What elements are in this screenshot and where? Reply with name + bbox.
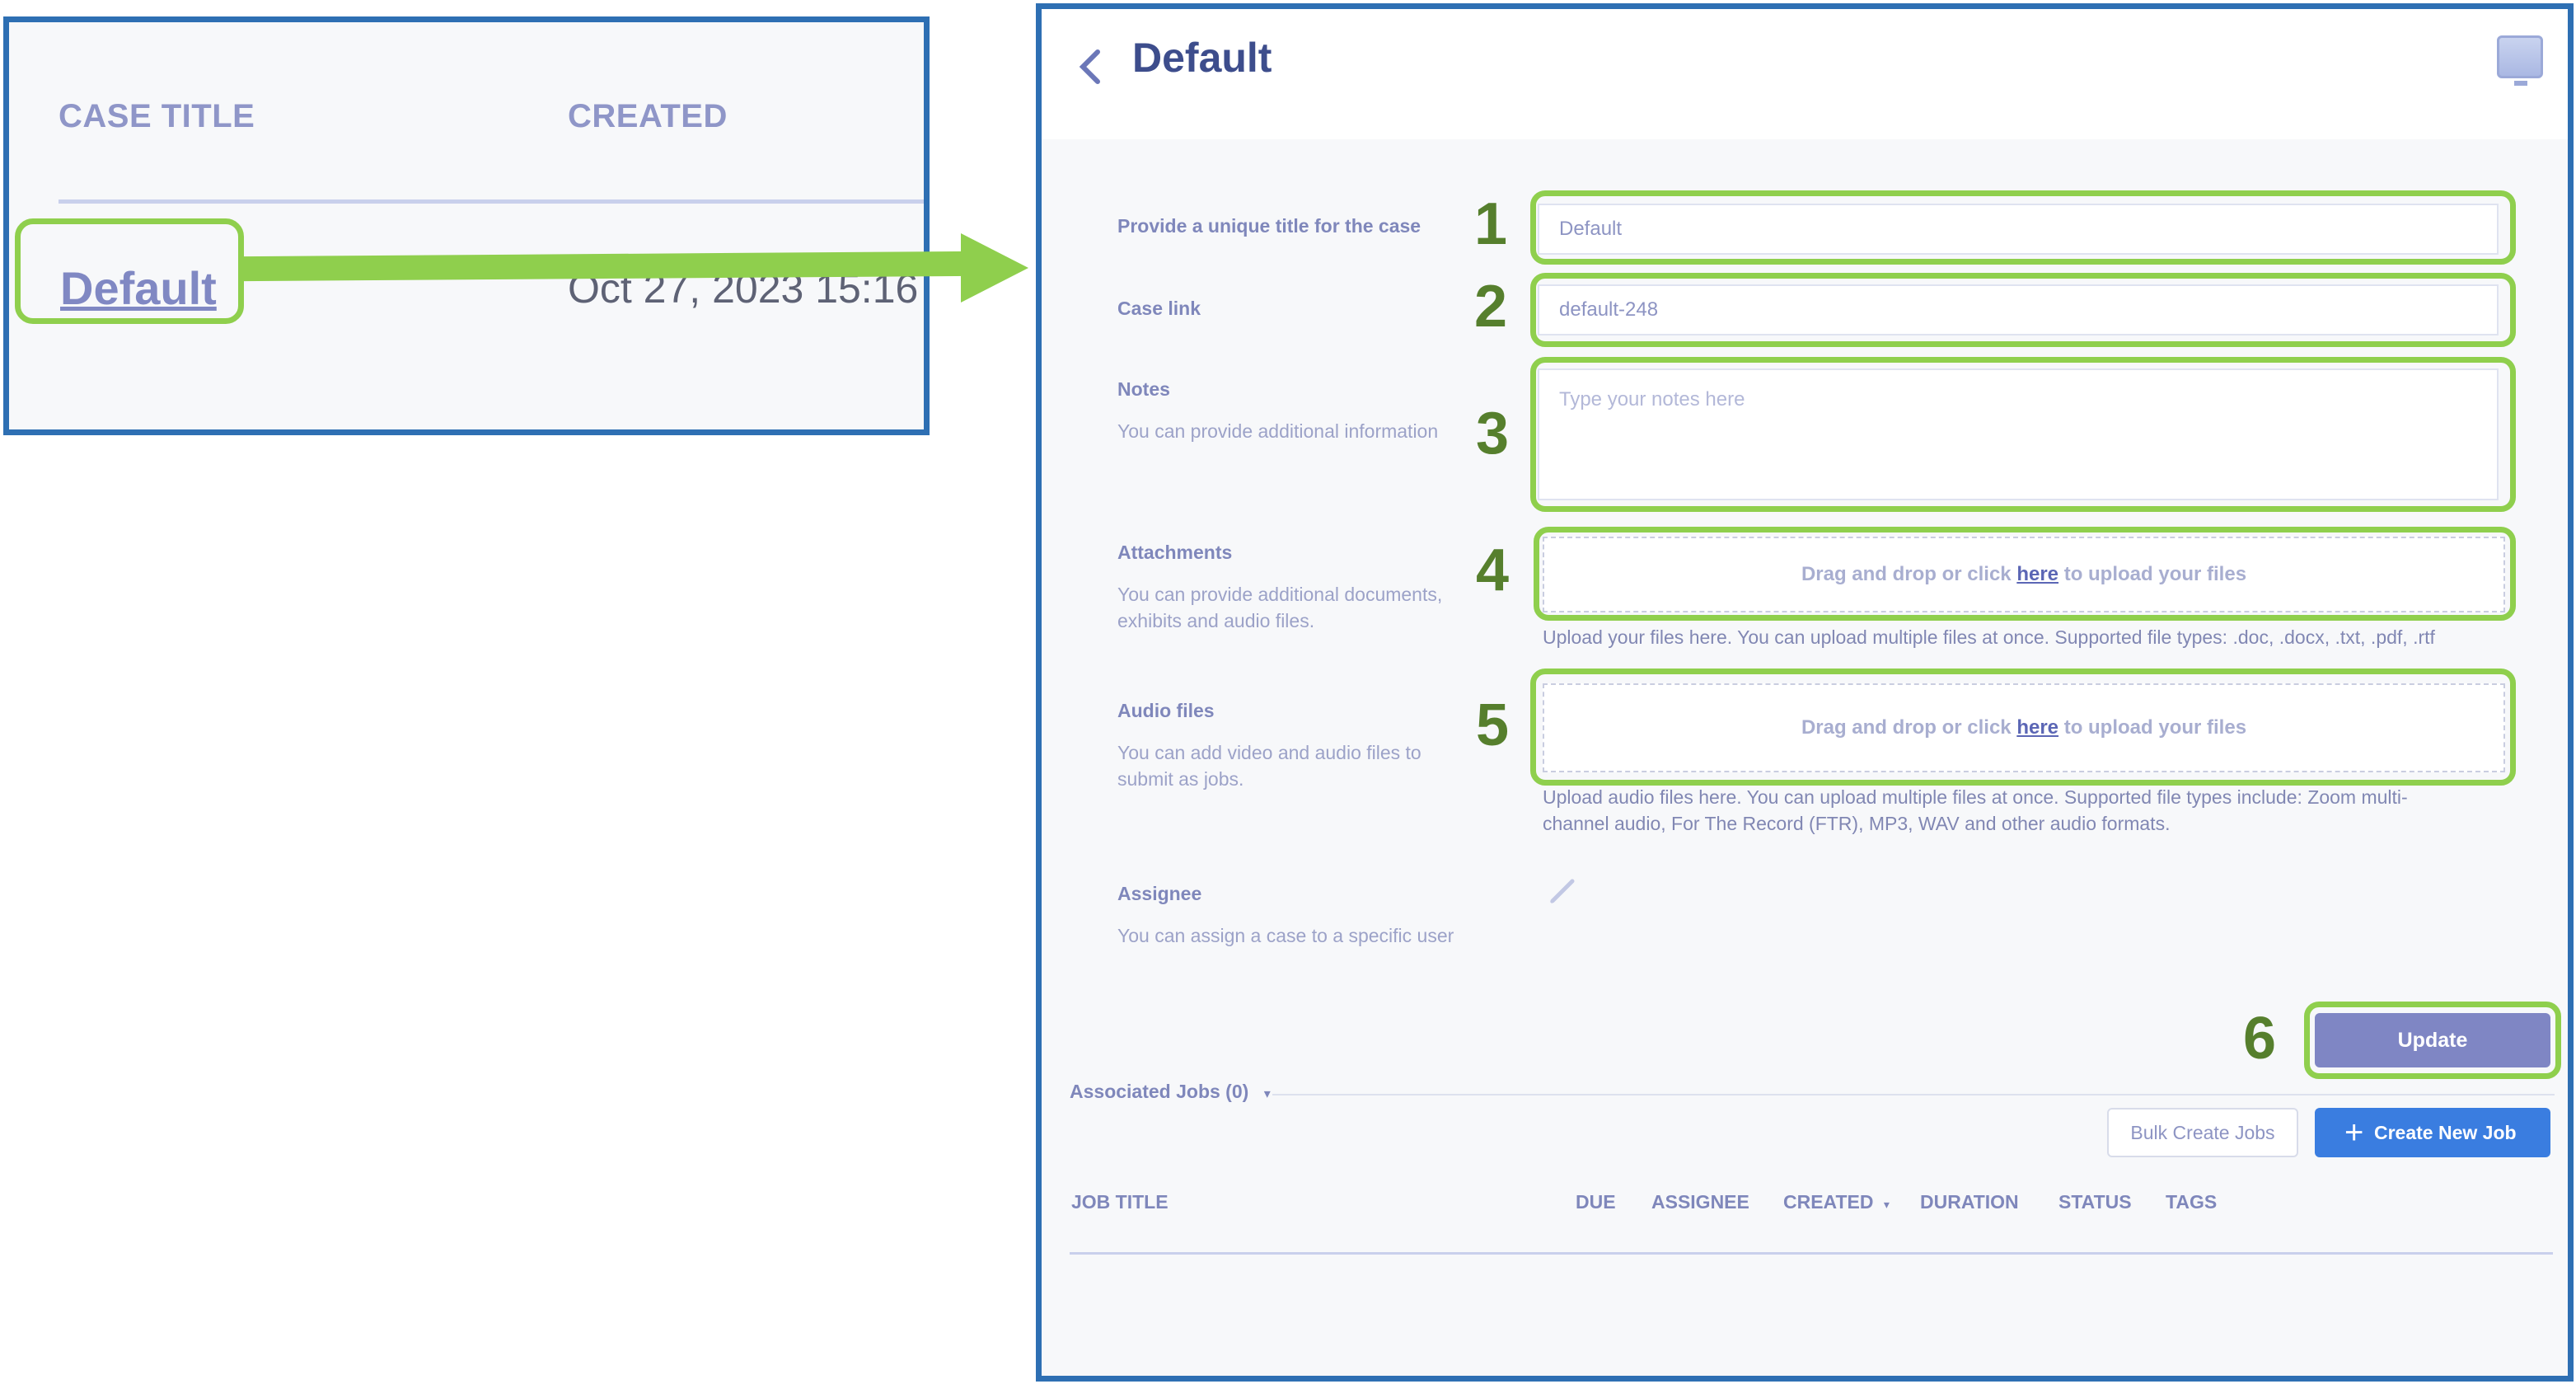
associated-jobs-label: Associated Jobs (0) (1070, 1081, 1249, 1102)
attachments-hint: Upload your files here. You can upload m… (1543, 626, 2435, 648)
case-link-highlight (15, 218, 244, 324)
attachments-upload-link[interactable]: here (2016, 563, 2058, 585)
column-header-created: CREATED (568, 98, 728, 134)
dropzone-text-suffix: to upload your files (2058, 563, 2247, 585)
attachments-help: You can provide additional documents, ex… (1117, 584, 1443, 631)
arrow-head-icon (961, 233, 1028, 303)
caret-down-icon: ▾ (1263, 1087, 1271, 1101)
audio-files-label: Audio files (1117, 700, 1215, 721)
marker-2: 2 (1474, 274, 1508, 340)
created-header-label: CREATED (1783, 1191, 1874, 1213)
notes-label: Notes (1117, 378, 1170, 400)
page-title: Default (1132, 35, 1272, 81)
column-header-tags[interactable]: TAGS (2166, 1191, 2217, 1213)
audio-files-help: You can add video and audio files to sub… (1117, 742, 1421, 790)
attachments-label: Attachments (1117, 542, 1233, 563)
case-title-input[interactable]: Default (1538, 204, 2499, 255)
column-header-case-title: CASE TITLE (59, 98, 255, 134)
jobs-table-divider (1070, 1252, 2553, 1255)
column-header-created[interactable]: CREATED ▾ (1783, 1191, 1890, 1213)
pencil-icon[interactable] (1548, 876, 1577, 906)
associated-jobs-toggle[interactable]: Associated Jobs (0) ▾ (1070, 1081, 1271, 1103)
marker-3: 3 (1476, 401, 1510, 467)
screen-icon[interactable] (2497, 35, 2543, 86)
associated-jobs-divider (1272, 1094, 2555, 1095)
notes-help: You can provide additional information (1117, 420, 1439, 442)
audio-dropzone[interactable]: Drag and drop or click here to upload yo… (1543, 683, 2505, 772)
column-header-assignee[interactable]: ASSIGNEE (1651, 1191, 1749, 1213)
table-divider (59, 199, 924, 204)
audio-hint: Upload audio files here. You can upload … (1543, 786, 2408, 834)
plus-icon: + (2344, 1114, 2364, 1151)
case-link-input[interactable]: default-248 (1538, 284, 2499, 335)
assignee-help: You can assign a case to a specific user (1117, 925, 1454, 946)
back-chevron-icon[interactable] (1075, 42, 1116, 91)
attachments-dropzone[interactable]: Drag and drop or click here to upload yo… (1543, 537, 2505, 612)
dropzone-text-prefix: Drag and drop or click (1801, 563, 2017, 585)
marker-1: 1 (1474, 191, 1508, 257)
notes-textarea[interactable]: Type your notes here (1538, 368, 2499, 500)
bulk-create-jobs-button[interactable]: Bulk Create Jobs (2107, 1108, 2298, 1157)
create-new-job-label: Create New Job (2374, 1122, 2517, 1143)
sort-caret-icon: ▾ (1883, 1198, 1890, 1211)
marker-5: 5 (1476, 692, 1510, 758)
page-header: Default (1042, 9, 2568, 139)
update-button[interactable]: Update (2315, 1013, 2550, 1067)
case-link-label: Case link (1117, 298, 1201, 319)
audio-upload-link[interactable]: here (2016, 716, 2058, 739)
column-header-duration[interactable]: DURATION (1920, 1191, 2019, 1213)
assignee-label: Assignee (1117, 883, 1202, 904)
column-header-due[interactable]: DUE (1576, 1191, 1616, 1213)
create-new-job-button[interactable]: + Create New Job (2315, 1108, 2550, 1157)
dropzone-text-prefix: Drag and drop or click (1801, 716, 2017, 739)
arrow-shaft (244, 251, 969, 282)
case-detail-panel: Default Provide a unique title for the c… (1036, 3, 2574, 1382)
marker-6: 6 (2243, 1006, 2277, 1072)
column-header-status[interactable]: STATUS (2058, 1191, 2132, 1213)
title-field-label: Provide a unique title for the case (1117, 215, 1421, 237)
dropzone-text-suffix: to upload your files (2058, 716, 2247, 739)
marker-4: 4 (1476, 537, 1510, 603)
column-header-job-title[interactable]: JOB TITLE (1071, 1191, 1169, 1213)
